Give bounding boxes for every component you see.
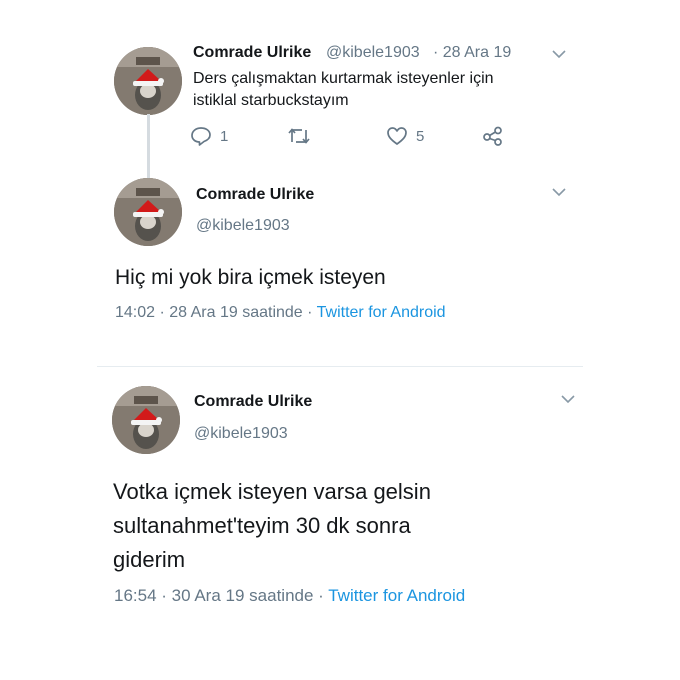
like-button[interactable]: 5 — [386, 126, 424, 146]
author-name[interactable]: Comrade Ulrike — [194, 393, 312, 411]
avatar[interactable] — [112, 386, 180, 454]
author-name[interactable]: Comrade Ulrike — [193, 44, 311, 62]
reply-button[interactable]: 1 — [190, 126, 228, 146]
chevron-down-icon[interactable] — [552, 49, 566, 59]
tweet-text: Votka içmek isteyen varsa gelsin sultana… — [113, 475, 431, 577]
retweet-button[interactable] — [287, 126, 319, 146]
like-icon — [387, 127, 407, 145]
like-count: 5 — [416, 127, 425, 145]
tweet-meta[interactable]: 14:02 · 28 Ara 19 saatinde · — [115, 304, 317, 321]
tweet-text-line: sultanahmet'teyim 30 dk sonra — [113, 513, 411, 538]
tweet-text-line: giderim — [113, 547, 186, 572]
tweet-source-link[interactable]: Twitter for Android — [328, 586, 465, 605]
tweet-timestamp: 16:54 · 30 Ara 19 saatinde · Twitter for… — [114, 586, 465, 606]
author-handle[interactable]: @kibele1903 — [196, 217, 290, 235]
tweet-text: Hiç mi yok bira içmek isteyen — [115, 266, 386, 289]
avatar[interactable] — [114, 178, 182, 246]
chevron-down-icon[interactable] — [561, 394, 575, 404]
tweet-text-line: Votka içmek isteyen varsa gelsin — [113, 479, 431, 504]
author-handle[interactable]: @kibele1903 — [326, 44, 420, 62]
avatar[interactable] — [114, 47, 182, 115]
tweet-meta[interactable]: 16:54 · 30 Ara 19 saatinde · — [114, 586, 328, 605]
retweet-icon — [288, 128, 310, 144]
tweet-text-line: istiklal starbuckstayım — [193, 92, 349, 109]
reply-count: 1 — [220, 127, 229, 145]
author-handle[interactable]: @kibele1903 — [194, 425, 288, 443]
divider — [97, 366, 583, 367]
chevron-down-icon[interactable] — [552, 187, 566, 197]
share-icon[interactable] — [482, 126, 504, 146]
tweet-text: Ders çalışmaktan kurtarmak isteyenler iç… — [193, 68, 494, 112]
tweet-timestamp: 14:02 · 28 Ara 19 saatinde · Twitter for… — [115, 304, 446, 322]
reply-icon — [191, 127, 211, 146]
thread-line — [147, 114, 150, 180]
tweet-date[interactable]: · 28 Ara 19 — [433, 44, 511, 62]
tweet-text-line: Ders çalışmaktan kurtarmak isteyenler iç… — [193, 70, 494, 87]
tweet-source-link[interactable]: Twitter for Android — [317, 304, 446, 321]
author-name[interactable]: Comrade Ulrike — [196, 186, 314, 204]
